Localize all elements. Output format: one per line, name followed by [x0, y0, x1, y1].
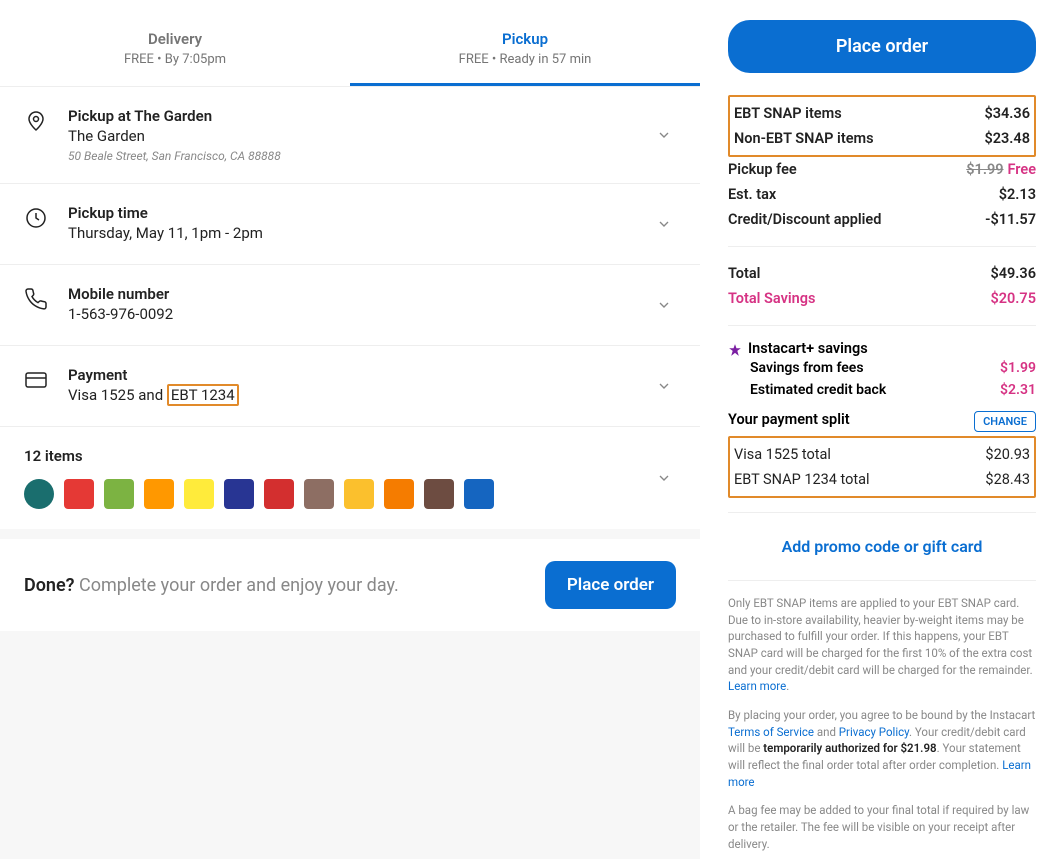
section-items[interactable]: 12 items: [0, 427, 700, 529]
item-thumbnail: [64, 479, 94, 509]
disclaimer-1: Only EBT SNAP items are applied to your …: [728, 595, 1036, 695]
clock-icon: [24, 206, 48, 230]
items-row: [24, 479, 676, 509]
item-thumbnail: [184, 479, 214, 509]
tab-pickup-sub: FREE • Ready in 57 min: [350, 52, 700, 67]
item-thumbnail: [224, 479, 254, 509]
done-subtext: Complete your order and enjoy your day.: [79, 575, 399, 596]
pickup-location-store: The Garden: [68, 127, 676, 145]
credit-back-label: Estimated credit back: [750, 382, 886, 398]
section-pickup-location[interactable]: Pickup at The Garden The Garden 50 Beale…: [0, 87, 700, 184]
chevron-down-icon: [656, 470, 672, 486]
privacy-link[interactable]: Privacy Policy: [839, 725, 909, 739]
item-thumbnail: [104, 479, 134, 509]
pickup-time-value: Thursday, May 11, 1pm - 2pm: [68, 224, 676, 242]
ebt-total-val: $28.43: [985, 471, 1030, 488]
done-label: Done?: [24, 575, 79, 596]
card-icon: [24, 368, 48, 392]
pickup-time-title: Pickup time: [68, 204, 676, 222]
location-pin-icon: [24, 109, 48, 133]
non-ebt-label: Non-EBT SNAP items: [734, 130, 874, 147]
savings-fees-val: $1.99: [1000, 360, 1036, 376]
est-tax-val: $2.13: [999, 186, 1036, 203]
disclaimer-3: A bag fee may be added to your final tot…: [728, 802, 1036, 852]
total-label: Total: [728, 265, 760, 282]
instacart-plus-label: Instacart+ savings: [748, 340, 868, 357]
pickup-fee-val: $1.99 Free: [966, 161, 1036, 178]
tos-link[interactable]: Terms of Service: [728, 725, 814, 739]
ebt-snap-box: EBT SNAP items $34.36 Non-EBT SNAP items $…: [728, 95, 1036, 157]
section-pickup-time[interactable]: Pickup time Thursday, May 11, 1pm - 2pm: [0, 184, 700, 265]
instacart-plus-icon: [728, 343, 742, 357]
item-thumbnail: [24, 479, 54, 509]
learn-more-link[interactable]: Learn more: [728, 679, 786, 693]
tab-pickup[interactable]: Pickup FREE • Ready in 57 min: [350, 0, 700, 86]
item-thumbnail: [304, 479, 334, 509]
credit-back-val: $2.31: [1000, 382, 1036, 398]
phone-icon: [24, 287, 48, 311]
payment-title: Payment: [68, 366, 676, 384]
savings-fees-label: Savings from fees: [750, 360, 864, 376]
pickup-location-title: Pickup at The Garden: [68, 107, 676, 125]
change-button[interactable]: CHANGE: [974, 411, 1036, 432]
payment-prefix: Visa 1525 and: [68, 386, 167, 404]
pickup-location-address: 50 Beale Street, San Francisco, CA 88888: [68, 149, 676, 163]
section-payment[interactable]: Payment Visa 1525 and EBT 1234: [0, 346, 700, 427]
savings-label: Total Savings: [728, 290, 815, 307]
tab-delivery-title: Delivery: [0, 30, 350, 48]
mobile-value: 1-563-976-0092: [68, 305, 676, 323]
item-thumbnail: [424, 479, 454, 509]
savings-val: $20.75: [990, 290, 1036, 307]
section-mobile[interactable]: Mobile number 1-563-976-0092: [0, 265, 700, 346]
credit-val: -$11.57: [985, 211, 1036, 228]
tab-pickup-title: Pickup: [350, 30, 700, 48]
ebt-snap-label: EBT SNAP items: [734, 105, 842, 122]
tab-delivery-sub: FREE • By 7:05pm: [0, 52, 350, 67]
ebt-snap-val: $34.36: [984, 105, 1030, 122]
visa-total-val: $20.93: [985, 446, 1030, 463]
done-card: Done? Complete your order and enjoy your…: [0, 539, 700, 631]
add-promo-link[interactable]: Add promo code or gift card: [728, 527, 1036, 566]
item-thumbnail: [464, 479, 494, 509]
pickup-fee-label: Pickup fee: [728, 161, 797, 178]
payment-split-box: Visa 1525 total $20.93 EBT SNAP 1234 tota…: [728, 436, 1036, 498]
tab-delivery[interactable]: Delivery FREE • By 7:05pm: [0, 0, 350, 86]
item-thumbnail: [344, 479, 374, 509]
pickup-fee-free: Free: [1008, 161, 1036, 178]
non-ebt-val: $23.48: [984, 130, 1030, 147]
place-order-button-sidebar[interactable]: Place order: [728, 20, 1036, 73]
payment-split-label: Your payment split: [728, 411, 850, 432]
chevron-down-icon: [656, 127, 672, 143]
total-val: $49.36: [990, 265, 1036, 282]
chevron-down-icon: [656, 216, 672, 232]
disclaimer-2: By placing your order, you agree to be b…: [728, 707, 1036, 790]
mobile-title: Mobile number: [68, 285, 676, 303]
chevron-down-icon: [656, 378, 672, 394]
chevron-down-icon: [656, 297, 672, 313]
item-thumbnail: [144, 479, 174, 509]
auth-amount: temporarily authorized for $21.98: [763, 741, 936, 755]
est-tax-label: Est. tax: [728, 186, 776, 203]
item-thumbnail: [264, 479, 294, 509]
payment-value: Visa 1525 and EBT 1234: [68, 386, 676, 404]
item-thumbnail: [384, 479, 414, 509]
pickup-fee-strike: $1.99: [966, 161, 1003, 178]
ebt-total-label: EBT SNAP 1234 total: [734, 471, 870, 488]
payment-highlight: EBT 1234: [167, 384, 239, 406]
place-order-button[interactable]: Place order: [545, 561, 676, 609]
visa-total-label: Visa 1525 total: [734, 446, 831, 463]
done-text: Done? Complete your order and enjoy your…: [24, 575, 399, 596]
credit-label: Credit/Discount applied: [728, 211, 881, 228]
items-title: 12 items: [24, 447, 676, 465]
